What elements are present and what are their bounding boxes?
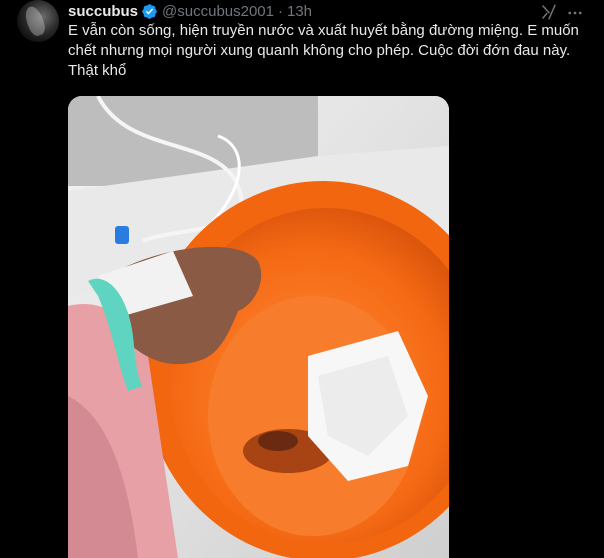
timestamp[interactable]: 13h	[287, 3, 312, 20]
more-options-icon[interactable]	[566, 4, 584, 22]
handle[interactable]: @succubus2001	[162, 3, 274, 20]
photo-illustration	[68, 96, 449, 558]
tweet-text: E vẫn còn sống, hiện truyền nước và xuất…	[68, 22, 579, 79]
separator: ·	[278, 2, 283, 20]
grok-icon[interactable]	[540, 3, 558, 21]
tweet-header: succubus @succubus2001 · 13h	[68, 2, 312, 20]
avatar[interactable]	[17, 0, 59, 42]
tweet: succubus @succubus2001 · 13h E vẫn còn s…	[0, 0, 604, 558]
verified-badge-icon	[142, 3, 157, 19]
tweet-photo[interactable]	[68, 96, 449, 558]
display-name[interactable]: succubus	[68, 3, 138, 20]
